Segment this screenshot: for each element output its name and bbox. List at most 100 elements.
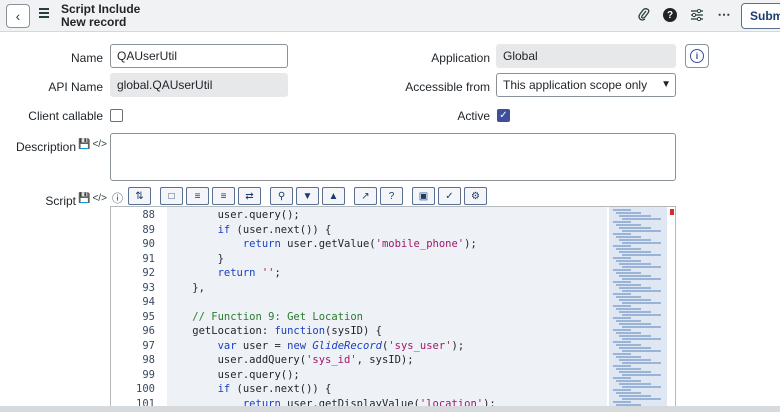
name-label: Name bbox=[70, 51, 103, 65]
minimap-line bbox=[613, 389, 631, 391]
client-callable-label: Client callable bbox=[28, 109, 103, 123]
code-area[interactable]: user.query(); if (user.next()) { return … bbox=[167, 207, 607, 411]
minimap-line bbox=[616, 260, 641, 262]
syntax-check-icon[interactable]: ✓ bbox=[438, 187, 461, 205]
minimap-line bbox=[616, 212, 641, 214]
minimap-line bbox=[613, 341, 631, 343]
line-number: 92 bbox=[142, 267, 155, 279]
help-icon[interactable]: ? bbox=[380, 187, 403, 205]
chevron-down-icon: ▼ bbox=[661, 79, 671, 90]
fold-down-icon[interactable]: ▼ bbox=[296, 187, 319, 205]
minimap-line bbox=[613, 233, 631, 235]
minimap-line bbox=[622, 278, 661, 280]
minimap-line bbox=[619, 395, 651, 397]
save-icon[interactable]: 💾 bbox=[78, 193, 90, 204]
application-field: Global bbox=[496, 44, 676, 68]
minimap-line bbox=[622, 350, 661, 352]
line-number: 88 bbox=[142, 209, 155, 221]
minimap-line bbox=[616, 236, 641, 238]
code-icon[interactable]: </> bbox=[92, 139, 106, 150]
script-label: Script bbox=[45, 194, 76, 208]
minimap-line bbox=[622, 398, 661, 400]
horizontal-scrollbar[interactable] bbox=[0, 406, 780, 412]
code-line: user.query(); bbox=[167, 368, 300, 381]
minimap-line bbox=[622, 362, 661, 364]
line-number: 98 bbox=[142, 354, 155, 366]
code-line: // Function 9: Get Location bbox=[167, 310, 363, 323]
page-title: Script Include New record bbox=[61, 3, 140, 29]
client-callable-checkbox[interactable] bbox=[110, 109, 123, 122]
code-line: var user = new GlideRecord('sys_user'); bbox=[217, 339, 465, 352]
submit-button[interactable]: Submi bbox=[741, 3, 780, 29]
minimap-line bbox=[616, 380, 641, 382]
save-icon[interactable]: 💾 bbox=[78, 139, 90, 150]
minimap-line bbox=[622, 266, 661, 268]
minimap-line bbox=[622, 326, 661, 328]
line-number: 91 bbox=[142, 252, 155, 265]
line-number: 100 bbox=[136, 383, 155, 395]
fold-up-icon[interactable]: ▲ bbox=[322, 187, 345, 205]
minimap-line bbox=[619, 287, 651, 289]
more-icon[interactable]: ⋯ bbox=[716, 7, 732, 23]
minimap-line bbox=[613, 269, 631, 271]
minimap-line bbox=[616, 332, 641, 334]
save-icon[interactable]: ▣ bbox=[412, 187, 435, 205]
application-label: Application bbox=[431, 51, 490, 65]
back-button[interactable]: ‹ bbox=[6, 4, 30, 28]
minimap-line bbox=[613, 257, 631, 259]
script-debugger-icon[interactable]: ⚙ bbox=[464, 187, 487, 205]
code-line: return ''; bbox=[217, 267, 281, 279]
minimap-line bbox=[619, 227, 651, 229]
accessible-from-value: This application scope only bbox=[503, 78, 648, 92]
search-icon[interactable]: ⚲ bbox=[270, 187, 293, 205]
line-number: 95 bbox=[142, 310, 155, 323]
active-checkbox[interactable]: ✓ bbox=[497, 109, 510, 122]
code-icon[interactable]: </> bbox=[92, 193, 106, 204]
minimap-line bbox=[622, 290, 661, 292]
minimap-line bbox=[616, 356, 641, 358]
application-info-button[interactable]: i bbox=[685, 44, 709, 68]
toggle-comment-icon[interactable]: ≡ bbox=[186, 187, 209, 205]
line-number: 89 bbox=[142, 223, 155, 236]
description-textarea[interactable] bbox=[110, 133, 676, 181]
minimap-line bbox=[619, 299, 651, 301]
minimap-line bbox=[619, 323, 651, 325]
fullscreen-icon[interactable]: ↗ bbox=[354, 187, 377, 205]
editor-help-icon[interactable]: ⓘ bbox=[112, 190, 123, 206]
minimap-line bbox=[613, 365, 631, 367]
format-code-icon[interactable]: ⇅ bbox=[128, 187, 151, 205]
minimap-line bbox=[622, 338, 661, 340]
minimap-line bbox=[622, 254, 661, 256]
minimap-line bbox=[622, 314, 661, 316]
sliders-icon[interactable] bbox=[689, 7, 705, 23]
hamburger-icon[interactable] bbox=[39, 8, 50, 22]
minimap-line bbox=[613, 401, 631, 403]
line-number: 96 bbox=[142, 325, 155, 337]
name-input[interactable]: QAUserUtil bbox=[110, 44, 288, 68]
minimap-line bbox=[619, 311, 651, 313]
minimap-line bbox=[613, 281, 631, 283]
api-name-field: global.QAUserUtil bbox=[110, 73, 288, 97]
minimap-line bbox=[616, 284, 641, 286]
minimap-line bbox=[613, 353, 631, 355]
help-icon[interactable]: ? bbox=[663, 8, 677, 22]
minimap-line bbox=[613, 377, 631, 379]
format-icon[interactable]: ≡ bbox=[212, 187, 235, 205]
script-editor[interactable]: 88 89 90 91 92 93 94 95 96 97 98 99 100 101 user.quer… bbox=[110, 206, 676, 412]
comment-icon[interactable]: □ bbox=[160, 187, 183, 205]
line-number: 90 bbox=[142, 238, 155, 250]
minimap-line bbox=[613, 221, 631, 223]
accessible-from-select[interactable]: This application scope only ▼ bbox=[496, 73, 676, 97]
minimap[interactable] bbox=[609, 207, 667, 411]
minimap-line bbox=[619, 239, 651, 241]
minimap-line bbox=[619, 215, 651, 217]
minimap-line bbox=[613, 317, 631, 319]
minimap-line bbox=[616, 320, 641, 322]
form-header: ‹ Script Include New record ? ⋯ Submi bbox=[0, 0, 780, 32]
line-number: 97 bbox=[142, 339, 155, 352]
paperclip-icon[interactable] bbox=[636, 7, 652, 23]
editor-toolbar: ⇅ □ ≡ ≡ ⇄ ⚲ ▼ ▲ ↗ ? ▣ ✓ ⚙ bbox=[128, 187, 490, 207]
replace-icon[interactable]: ⇄ bbox=[238, 187, 261, 205]
active-label: Active bbox=[457, 109, 490, 123]
minimap-line bbox=[622, 302, 661, 304]
